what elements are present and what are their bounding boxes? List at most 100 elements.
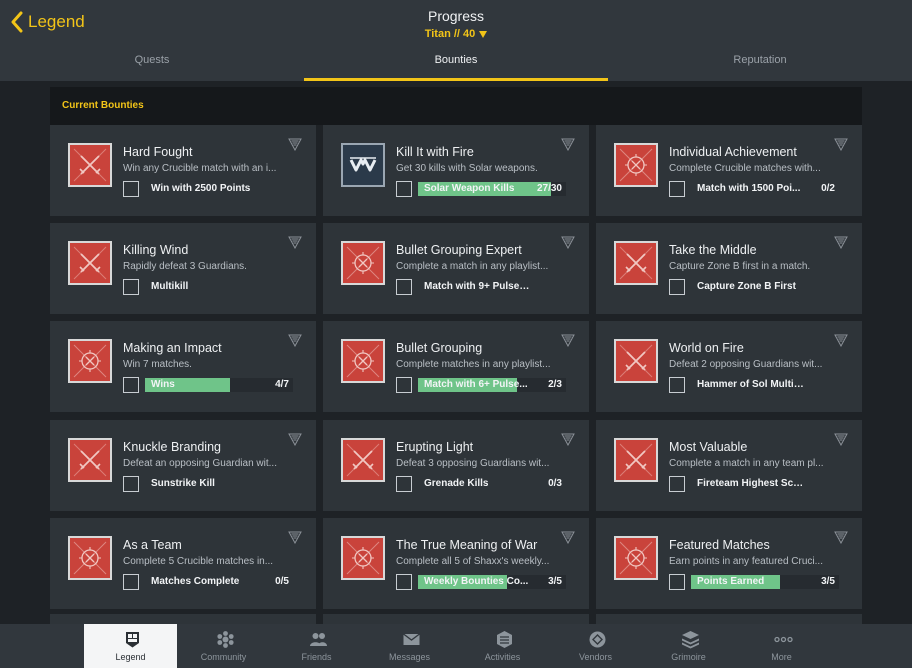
bounty-title: World on Fire [669, 341, 744, 355]
bounty-card[interactable]: Erupting Light Defeat 3 opposing Guardian… [323, 420, 589, 511]
objective-checkbox[interactable] [396, 574, 412, 590]
bounty-description: Defeat an opposing Guardian wit... [123, 458, 277, 469]
objective-label: Sunstrike Kill [151, 478, 215, 489]
crossed-swords-icon [68, 143, 112, 187]
objective-row: Hammer of Sol Multikill [669, 377, 841, 393]
bounty-card[interactable]: Making an Impact Win 7 matches. Wins 4/7 [50, 321, 316, 412]
objective-label: Points Earned [697, 576, 765, 587]
nav-activities[interactable]: Activities [456, 624, 549, 668]
objective-checkbox[interactable] [669, 279, 685, 295]
bounty-card[interactable]: Killing Wind Rapidly defeat 3 Guardians. M… [50, 223, 316, 314]
objective-checkbox[interactable] [396, 279, 412, 295]
objective-checkbox[interactable] [123, 574, 139, 590]
weapon-emblem-icon [341, 143, 385, 187]
objective-checkbox[interactable] [123, 181, 139, 197]
bounty-card[interactable]: Featured Matches Earn points in any featu… [596, 518, 862, 609]
bounty-badge-icon [834, 236, 848, 249]
bounty-card[interactable]: Hard Fought Win any Crucible match with a… [50, 125, 316, 216]
tab-quests[interactable]: Quests [0, 44, 304, 81]
bounty-card[interactable]: Bullet Grouping Complete matches in any p… [323, 321, 589, 412]
objective-progress-text: 0/5 [275, 576, 289, 587]
objective-checkbox[interactable] [396, 476, 412, 492]
crucible-crest-icon [341, 241, 385, 285]
vendors-icon [589, 631, 606, 648]
tab-bounties[interactable]: Bounties [304, 44, 608, 81]
bounty-badge-icon [834, 531, 848, 544]
nav-label: More [771, 652, 792, 662]
nav-vendors[interactable]: Vendors [549, 624, 642, 668]
bounty-card[interactable]: Individual Achievement Complete Crucible … [596, 125, 862, 216]
crucible-crest-icon [68, 536, 112, 580]
bounty-card[interactable]: World on Fire Defeat 2 opposing Guardians… [596, 321, 862, 412]
objective-checkbox[interactable] [669, 476, 685, 492]
objective-row: Match with 9+ Pulse Rif... [396, 279, 568, 295]
objective-checkbox[interactable] [123, 377, 139, 393]
bottom-nav: Legend Community Friends Messages Activi… [0, 624, 912, 668]
bounty-card[interactable]: Kill It with Fire Get 30 kills with Solar… [323, 125, 589, 216]
objective-progress-bar: Solar Weapon Kills 27/30 [418, 182, 566, 196]
bounty-card[interactable]: As a Team Complete 5 Crucible matches in.… [50, 518, 316, 609]
objective-checkbox[interactable] [669, 574, 685, 590]
more-icon [774, 636, 793, 643]
objective-row: Points Earned 3/5 [669, 574, 841, 590]
nav-label: Legend [115, 652, 146, 662]
objective-checkbox[interactable] [669, 181, 685, 197]
bounty-description: Complete 5 Crucible matches in... [123, 556, 274, 567]
objective-progress-text: 3/5 [548, 576, 562, 587]
bounty-badge-icon [561, 433, 575, 446]
objective-row: Matches Complete 0/5 [123, 574, 295, 590]
character-label: Titan // 40 [424, 28, 476, 40]
nav-legend[interactable]: Legend [84, 624, 177, 668]
bounty-card[interactable]: Take the Middle Capture Zone B first in a… [596, 223, 862, 314]
nav-friends[interactable]: Friends [270, 624, 363, 668]
legend-icon [126, 632, 139, 648]
objective-progress-bar: Weekly Bounties Co... 3/5 [418, 575, 566, 589]
objective-checkbox[interactable] [396, 377, 412, 393]
objective-row: Weekly Bounties Co... 3/5 [396, 574, 568, 590]
objective-progress-bar: Matches Complete 0/5 [145, 575, 293, 589]
bounty-badge-icon [561, 334, 575, 347]
objective-checkbox[interactable] [396, 181, 412, 197]
bounty-title: Most Valuable [669, 440, 748, 454]
bounty-badge-icon [561, 138, 575, 151]
objective-checkbox[interactable] [123, 279, 139, 295]
bounty-description: Earn points in any featured Cruci... [669, 556, 823, 567]
objective-checkbox[interactable] [669, 377, 685, 393]
crossed-swords-icon [614, 241, 658, 285]
nav-grimoire[interactable]: Grimoire [642, 624, 735, 668]
character-selector[interactable]: Titan // 40 [425, 28, 488, 40]
bounty-card[interactable]: Most Valuable Complete a match in any tea… [596, 420, 862, 511]
bounty-badge-icon [834, 138, 848, 151]
section-title: Current Bounties [62, 100, 144, 111]
bounty-card[interactable]: Knuckle Branding Defeat an opposing Guard… [50, 420, 316, 511]
objective-checkbox[interactable] [123, 476, 139, 492]
objective-label: Solar Weapon Kills [424, 183, 515, 194]
bounty-title: Take the Middle [669, 243, 757, 257]
objective-progress-text: 2/3 [548, 379, 562, 390]
objective-row: Win with 2500 Points [123, 181, 295, 197]
messages-icon [403, 633, 420, 645]
nav-more[interactable]: More [735, 624, 828, 668]
objective-progress-bar: Grenade Kills 0/3 [418, 477, 566, 491]
nav-label: Friends [301, 652, 332, 662]
nav-community[interactable]: Community [177, 624, 270, 668]
objective-progress-bar: Fireteam Highest Score [691, 477, 839, 491]
tab-reputation[interactable]: Reputation [608, 44, 912, 81]
bounty-badge-icon [288, 531, 302, 544]
objective-label: Match with 6+ Pulse... [424, 379, 528, 390]
bounty-description: Complete matches in any playlist... [396, 359, 551, 370]
friends-icon [310, 633, 327, 646]
bounty-title: Kill It with Fire [396, 145, 474, 159]
bounty-card[interactable]: Bullet Grouping Expert Complete a match i… [323, 223, 589, 314]
bounty-title: Hard Fought [123, 145, 193, 159]
objective-progress-bar: Capture Zone B First [691, 280, 839, 294]
objective-label: Grenade Kills [424, 478, 489, 489]
crucible-crest-icon [341, 536, 385, 580]
objective-progress-bar: Points Earned 3/5 [691, 575, 839, 589]
nav-messages[interactable]: Messages [363, 624, 456, 668]
objective-label: Match with 9+ Pulse Rif... [424, 281, 532, 292]
crucible-crest-icon [614, 536, 658, 580]
bounty-title: Knuckle Branding [123, 440, 221, 454]
bounty-card[interactable]: The True Meaning of War Complete all 5 of… [323, 518, 589, 609]
nav-label: Community [200, 652, 247, 662]
